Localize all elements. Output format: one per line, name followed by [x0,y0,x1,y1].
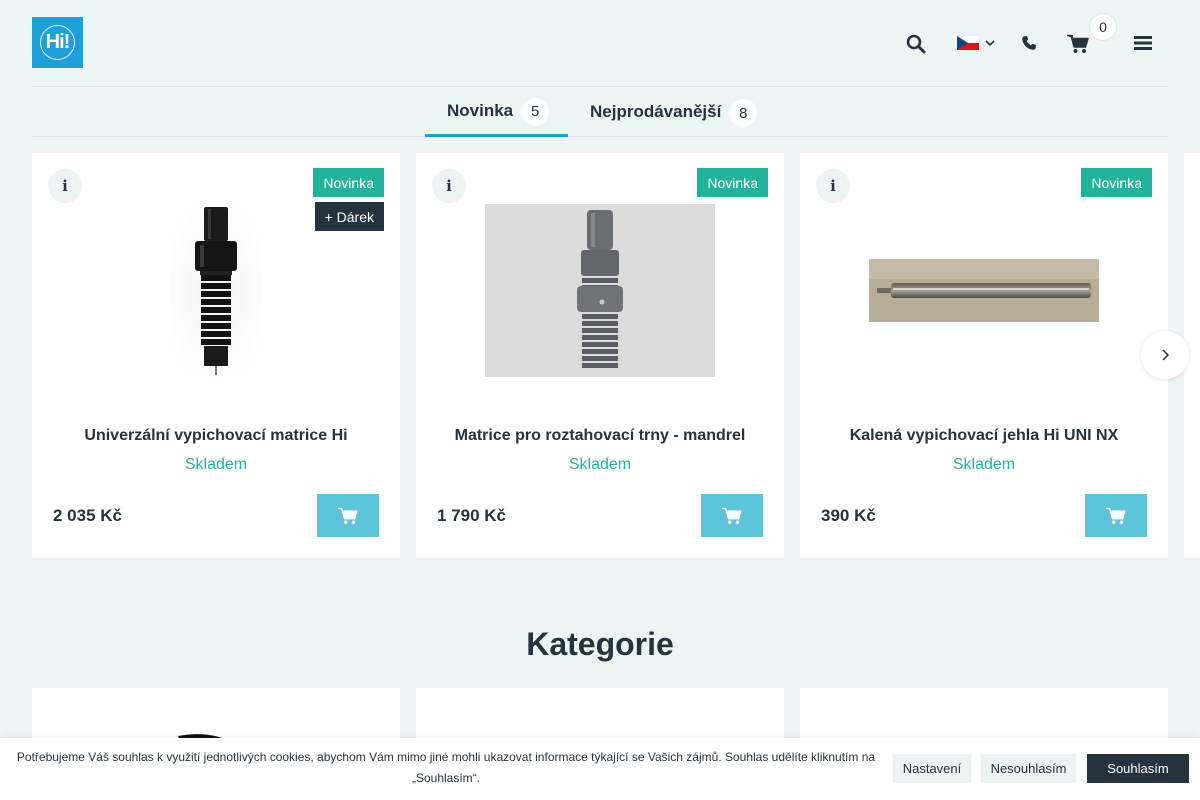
product-price: 2 035 Kč [53,506,122,525]
product-stock: Skladem [568,456,632,473]
flag-cz-icon[interactable] [957,36,979,50]
chevron-right-icon [1162,349,1170,361]
add-to-cart-button[interactable] [701,494,763,537]
info-icon[interactable]: i [432,169,466,203]
badge-gift: + Dárek [314,202,384,231]
product-card[interactable]: i Novinka + Dárek Univerzální vypichovac… [32,153,400,558]
search-icon[interactable] [902,30,930,58]
product-image[interactable] [485,204,715,377]
cookie-consent-bar: Potřebujeme Váš souhlas k využití jednot… [0,738,1200,800]
badge-new: Novinka [1081,168,1152,197]
product-card[interactable]: i Novinka Kalená vypichovací jehla Hi UN… [800,153,1168,558]
product-image[interactable] [869,259,1099,322]
product-stock: Skladem [184,456,248,473]
menu-icon[interactable] [1130,30,1156,56]
tab-label: Nejprodávanější [590,102,722,121]
tab-label: Novinka [447,100,514,120]
cart-icon[interactable] [1064,30,1092,58]
chevron-down-icon[interactable] [983,34,997,52]
tab-count: 5 [521,97,550,126]
info-icon[interactable]: i [48,169,82,203]
product-image[interactable] [170,205,262,377]
badge-new: Novinka [313,168,384,197]
info-icon[interactable]: i [816,169,850,203]
product-title[interactable]: Kalená vypichovací jehla Hi UNI NX [800,427,1168,445]
phone-icon[interactable] [1017,31,1041,55]
product-card[interactable]: i Novinka Matrice pro roztahovací trny -… [416,153,784,558]
tab-nejprodavanejsi[interactable]: Nejprodávanější 8 [590,87,758,137]
product-title[interactable]: Matrice pro roztahovací trny - mandrel [416,427,784,445]
product-tabs: Novinka 5 Nejprodávanější 8 [32,86,1168,137]
cart-icon [1106,507,1126,524]
product-stock: Skladem [952,456,1016,473]
site-header: Hi! 0 [0,0,1200,86]
product-price: 390 Kč [821,506,876,525]
logo-text: Hi! [45,31,71,53]
cookie-text: Potřebujeme Váš souhlas k využití jednot… [16,750,876,785]
section-title: Kategorie [526,626,674,662]
add-to-cart-button[interactable] [317,494,379,537]
cart-icon [722,507,742,524]
product-title[interactable]: Univerzální vypichovací matrice Hi [32,427,400,445]
cart-icon [338,507,358,524]
cookie-settings-button[interactable]: Nastavení [893,754,971,783]
cookie-decline-button[interactable]: Nesouhlasím [981,754,1076,783]
tab-novinka[interactable]: Novinka 5 [425,87,568,137]
tab-count: 8 [729,99,758,127]
cookie-accept-button[interactable]: Souhlasím [1087,754,1189,783]
product-price: 1 790 Kč [437,506,506,525]
badge-new: Novinka [697,168,768,197]
carousel-next-button[interactable] [1141,331,1189,379]
logo[interactable]: Hi! [32,17,83,68]
cart-count-badge[interactable]: 0 [1089,13,1117,41]
add-to-cart-button[interactable] [1085,494,1147,537]
